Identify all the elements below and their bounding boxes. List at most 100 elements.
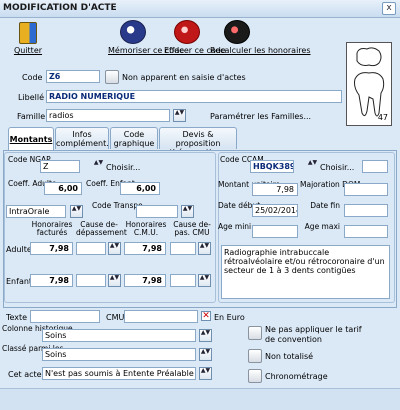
coeff-adulte-input[interactable]: 6,00 [44, 182, 82, 195]
window-title: MODIFICATION D'ACTE [3, 3, 117, 13]
age-maxi-label: Age maxi [304, 222, 340, 231]
age-mini-input[interactable] [252, 225, 298, 238]
recalc-label: Recalculer les honoraires [210, 46, 311, 55]
tab-infos-complement[interactable]: Infos complément. [55, 127, 109, 149]
recalc-button[interactable]: Recalculer les honoraires [210, 20, 311, 55]
date-fin-label: Date fin [310, 201, 340, 210]
famille-picker-icon[interactable]: ▲▼ [173, 109, 186, 122]
cmu-label: CMU [106, 313, 125, 322]
en-euro-checkbox[interactable]: ✕ [201, 311, 211, 321]
code-transpo-input[interactable] [136, 205, 178, 218]
cmu-input[interactable] [124, 310, 198, 323]
tooth-number: 47 [377, 113, 388, 122]
non-totalise-checkbox[interactable] [248, 349, 262, 363]
code-input[interactable]: Z6 [46, 70, 100, 83]
famille-input[interactable]: radios [46, 109, 170, 122]
type-input[interactable]: IntraOrale [6, 205, 66, 218]
date-debut-input[interactable]: 25/02/2014 [252, 204, 298, 217]
status-bar [0, 388, 400, 410]
adulte-honoraires-input[interactable]: 7,98 [30, 242, 73, 255]
ccam-choose-icon[interactable]: ▲▼ [306, 160, 319, 173]
ne-pas-appliquer-label: Ne pas appliquer le tarif de convention [265, 325, 362, 344]
ne-pas-appliquer-checkbox[interactable] [248, 326, 262, 340]
majoration-dom-label: Majoration DOM [300, 180, 361, 189]
colonne-historique-input[interactable]: Soins [42, 329, 196, 342]
cet-acte-input[interactable]: N'est pas soumis à Entente Préalable [42, 367, 196, 380]
tab-devis[interactable]: Devis & proposition thérapeutique [159, 127, 237, 157]
enfant-cause-picker-icon[interactable]: ▲▼ [108, 274, 121, 287]
enfant-cause-input[interactable] [76, 274, 106, 287]
chronometrage-label: Chronométrage [265, 372, 328, 381]
majoration-dom-input[interactable] [344, 183, 388, 196]
save-code-label: Mémoriser ce code [108, 46, 185, 55]
colonne-historique-label: Colonne historique [2, 324, 73, 333]
texte-input[interactable] [30, 310, 100, 323]
save-icon [120, 20, 146, 44]
code-label: Code [22, 73, 43, 82]
adulte-cause-input[interactable] [76, 242, 106, 255]
classe-parmi-picker-icon[interactable]: ▲▼ [199, 348, 212, 361]
recalc-icon [224, 20, 250, 44]
tooth-diagram[interactable]: 47 [346, 42, 392, 126]
col-cause-depassement: Cause de-dépassement [76, 220, 127, 237]
coeff-adulte-label: Coeff. Adulte [8, 179, 57, 188]
quit-label: Quitter [13, 46, 43, 55]
adulte-cause-cmu-picker-icon[interactable]: ▲▼ [198, 242, 211, 255]
ccam-code-label: Code CCAM [220, 155, 264, 164]
adulte-cause-picker-icon[interactable]: ▲▼ [108, 242, 121, 255]
libelle-label: Libellé [18, 93, 45, 102]
cet-acte-label: Cet acte [8, 370, 42, 379]
ngap-choose-link[interactable]: Choisir... [106, 163, 140, 172]
age-maxi-input[interactable] [344, 225, 388, 238]
save-code-button[interactable]: Mémoriser ce code [108, 20, 185, 55]
tab-montants[interactable]: Montants [8, 127, 54, 150]
param-familles-link[interactable]: Paramétrer les Familles... [210, 112, 311, 121]
code-transpo-picker-icon[interactable]: ▲▼ [181, 205, 194, 218]
coeff-enfant-input[interactable]: 6,00 [120, 182, 160, 195]
tab-code-graphique[interactable]: Code graphique [110, 127, 158, 149]
colonne-historique-picker-icon[interactable]: ▲▼ [199, 329, 212, 342]
classe-parmi-label: Classé parmi les [2, 344, 64, 353]
enfant-cause-cmu-picker-icon[interactable]: ▲▼ [198, 274, 211, 287]
title-bar: MODIFICATION D'ACTE [0, 0, 400, 18]
enfant-cmu-input[interactable]: 7,98 [124, 274, 166, 287]
famille-label: Famille [17, 112, 46, 121]
non-apparent-label: Non apparent en saisie d'actes [122, 73, 246, 82]
code-transpo-label: Code Transpo [92, 201, 143, 210]
adulte-cmu-input[interactable]: 7,98 [124, 242, 166, 255]
col-cause-pas-cmu: Cause de-pas. CMU [173, 220, 211, 237]
enfant-cause-cmu-input[interactable] [170, 274, 196, 287]
cet-acte-picker-icon[interactable]: ▲▼ [199, 367, 212, 380]
close-button[interactable]: x [382, 2, 396, 15]
ngap-code-input[interactable]: Z [40, 160, 80, 173]
non-totalise-label: Non totalisé [265, 352, 314, 361]
adulte-label: Adulte [6, 245, 32, 254]
enfant-honoraires-input[interactable]: 7,98 [30, 274, 73, 287]
ngap-choose-icon[interactable]: ▲▼ [92, 160, 105, 173]
texte-label: Texte [6, 313, 28, 322]
libelle-input[interactable]: RADIO NUMERIQUE [46, 90, 342, 103]
montant-unitaire-input[interactable]: 7,98 [252, 183, 298, 196]
ccam-code-input[interactable]: HBQK389 [250, 160, 294, 173]
date-fin-input[interactable] [344, 204, 388, 217]
exit-door-icon [19, 22, 37, 44]
ccam-extra-input[interactable] [362, 160, 388, 173]
adulte-cause-cmu-input[interactable] [170, 242, 196, 255]
en-euro-label: En Euro [214, 313, 245, 322]
ccam-choose-link[interactable]: Choisir... [320, 163, 354, 172]
type-picker-icon[interactable]: ▲▼ [70, 205, 83, 218]
non-apparent-checkbox[interactable] [105, 70, 119, 84]
enfant-label: Enfant [6, 277, 33, 286]
date-debut-label: Date début [218, 201, 261, 210]
quit-button[interactable]: Quitter [8, 22, 48, 55]
chronometrage-checkbox[interactable] [248, 369, 262, 383]
coeff-enfant-label: Coeff. Enfant [86, 179, 135, 188]
erase-code-button[interactable]: Effacer ce code [164, 20, 226, 55]
montant-unitaire-label: Montant unitaire [218, 181, 280, 189]
ngap-code-label: Code NGAP [8, 155, 51, 164]
eraser-icon [174, 20, 200, 44]
classe-parmi-input[interactable]: Soins [42, 348, 196, 361]
erase-code-label: Effacer ce code [164, 46, 226, 55]
col-honoraires: Honoraires facturés [31, 220, 73, 237]
ccam-description[interactable]: Radiographie intrabuccale rétroalvéolair… [221, 245, 390, 299]
